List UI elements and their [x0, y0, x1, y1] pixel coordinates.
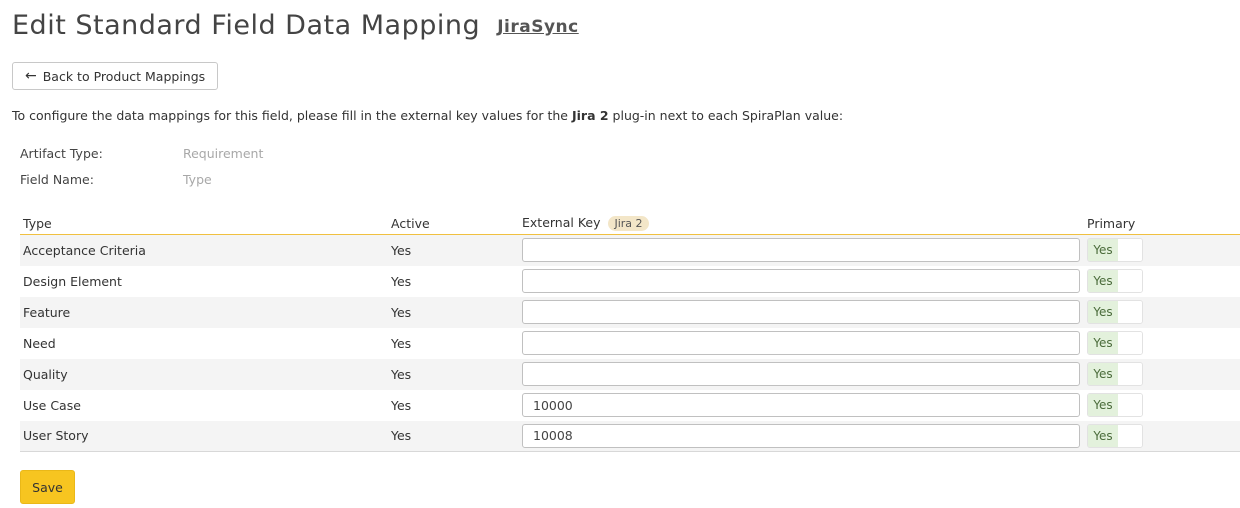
primary-toggle-label: Yes [1088, 424, 1118, 447]
primary-toggle-label: Yes [1088, 270, 1118, 292]
field-name-row: Field Name: Type [20, 172, 212, 187]
primary-toggle-off [1118, 301, 1142, 323]
external-key-input[interactable] [522, 269, 1080, 293]
primary-toggle-off [1118, 239, 1142, 262]
artifact-type-row: Artifact Type: Requirement [20, 146, 263, 161]
table-header-row: Type Active External Key Jira 2 Primary [20, 212, 1240, 235]
external-key-input[interactable] [522, 238, 1080, 263]
primary-toggle-off [1118, 424, 1142, 447]
primary-toggle-label: Yes [1088, 363, 1118, 385]
row-active: Yes [391, 304, 412, 320]
instructions-plugin-name: Jira 2 [571, 108, 609, 123]
save-button[interactable]: Save [20, 470, 75, 504]
field-name-label: Field Name: [20, 172, 94, 187]
primary-toggle-off [1118, 332, 1142, 354]
header-external-key: External Key Jira 2 [519, 212, 1084, 235]
primary-toggle-off [1118, 363, 1142, 385]
page-title: Edit Standard Field Data Mapping JiraSyn… [12, 10, 579, 41]
row-active: Yes [391, 428, 412, 444]
row-type: Design Element [23, 273, 122, 289]
row-type: User Story [23, 428, 89, 444]
row-active: Yes [391, 397, 412, 413]
row-active: Yes [391, 242, 412, 258]
row-active: Yes [391, 366, 412, 382]
primary-toggle[interactable]: Yes [1087, 269, 1143, 293]
field-name-value: Type [182, 172, 212, 187]
page-title-text: Edit Standard Field Data Mapping [12, 10, 481, 41]
header-primary: Primary [1084, 212, 1240, 235]
arrow-left-icon: ← [25, 68, 37, 84]
product-link[interactable]: JiraSync [497, 17, 579, 37]
header-external-key-label: External Key [522, 215, 601, 230]
external-key-input[interactable] [522, 331, 1080, 355]
row-active: Yes [391, 273, 412, 289]
artifact-type-label: Artifact Type: [20, 146, 103, 161]
primary-toggle[interactable]: Yes [1087, 362, 1143, 386]
primary-toggle-label: Yes [1088, 301, 1118, 323]
header-type: Type [20, 212, 388, 235]
back-to-product-mappings-button[interactable]: ← Back to Product Mappings [12, 62, 219, 90]
external-key-input[interactable] [522, 300, 1080, 324]
primary-toggle[interactable]: Yes [1087, 331, 1143, 355]
artifact-type-value: Requirement [182, 146, 264, 161]
primary-toggle[interactable]: Yes [1087, 238, 1143, 263]
primary-toggle-label: Yes [1088, 239, 1118, 262]
instructions-after: plug-in next to each SpiraPlan value: [608, 108, 844, 123]
row-type: Quality [23, 366, 68, 382]
table-row: Quality Yes Yes [20, 358, 1240, 390]
primary-toggle-label: Yes [1088, 394, 1118, 416]
mapping-table: Type Active External Key Jira 2 Primary … [20, 212, 1240, 452]
table-row: Feature Yes Yes [20, 296, 1240, 328]
row-active: Yes [391, 335, 412, 351]
header-active: Active [388, 212, 519, 235]
row-type: Feature [23, 304, 71, 320]
external-key-input[interactable] [522, 393, 1080, 417]
table-row: Use Case Yes Yes [20, 390, 1240, 421]
table-row: Acceptance Criteria Yes Yes [20, 234, 1240, 266]
row-type: Need [23, 335, 56, 351]
primary-toggle[interactable]: Yes [1087, 423, 1143, 448]
table-row: Need Yes Yes [20, 328, 1240, 359]
instructions-before: To configure the data mappings for this … [12, 108, 572, 123]
primary-toggle[interactable]: Yes [1087, 393, 1143, 417]
external-key-input[interactable] [522, 362, 1080, 386]
table-row: User Story Yes Yes [20, 420, 1240, 452]
primary-toggle-off [1118, 270, 1142, 292]
plugin-badge: Jira 2 [608, 216, 649, 231]
primary-toggle[interactable]: Yes [1087, 300, 1143, 324]
row-type: Acceptance Criteria [23, 242, 146, 258]
primary-toggle-off [1118, 394, 1142, 416]
table-row: Design Element Yes Yes [20, 266, 1240, 297]
primary-toggle-label: Yes [1088, 332, 1118, 354]
back-button-label: Back to Product Mappings [42, 68, 206, 84]
external-key-input[interactable] [522, 423, 1080, 448]
row-type: Use Case [23, 397, 81, 413]
instructions-text: To configure the data mappings for this … [12, 108, 843, 123]
